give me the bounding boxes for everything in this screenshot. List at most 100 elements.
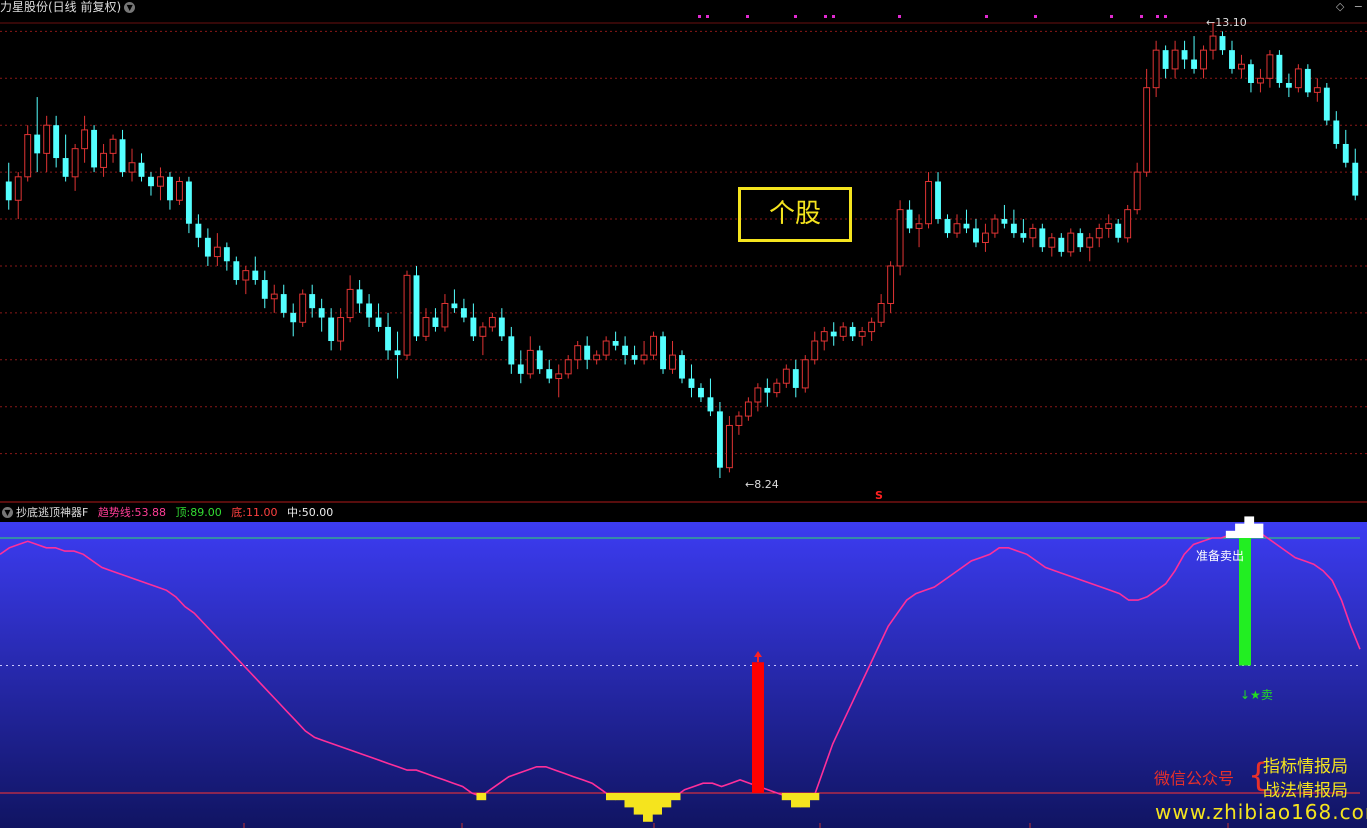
top-zone-bar xyxy=(1244,516,1255,538)
candle-body xyxy=(261,280,268,299)
brand-line-1: 指标情报局 xyxy=(1263,757,1348,777)
chevron-down-icon[interactable]: ▼ xyxy=(2,507,13,518)
candle-body xyxy=(698,387,704,398)
price-low-value: 8.24 xyxy=(754,478,779,491)
candle-body xyxy=(612,341,619,346)
candle-body xyxy=(640,354,648,361)
candle-body xyxy=(669,354,676,370)
candle-body xyxy=(43,124,51,154)
top-value: 89.00 xyxy=(190,506,222,519)
bottom-zone-bar xyxy=(476,793,487,801)
candle-body xyxy=(1152,49,1160,89)
candle-body xyxy=(1342,143,1349,163)
candle-body xyxy=(1248,64,1254,83)
top-zone-bar xyxy=(1235,523,1245,538)
candle-body xyxy=(782,368,790,384)
diamond-icon[interactable]: ◇ xyxy=(1336,0,1344,13)
candle-body xyxy=(877,302,885,323)
candle-body xyxy=(1181,50,1188,60)
chevron-down-icon[interactable]: ▼ xyxy=(124,2,136,13)
candle-body xyxy=(1124,209,1132,239)
candle-body xyxy=(394,350,401,356)
window-title: 力星股份(日线 前复权) ▼ xyxy=(0,0,136,15)
candle-body xyxy=(896,209,904,267)
candle-body xyxy=(270,293,278,300)
candle-body xyxy=(811,340,819,361)
signal-dot xyxy=(1164,15,1167,18)
price-grid xyxy=(0,15,1367,503)
candle-body xyxy=(679,355,685,379)
candle-body xyxy=(479,326,487,337)
bottom-zone-bar xyxy=(624,793,635,808)
candle-body xyxy=(119,139,126,173)
candle-body xyxy=(1333,120,1340,144)
signal-dot xyxy=(898,15,901,18)
candle-body xyxy=(1266,54,1274,79)
candle-body xyxy=(432,317,439,327)
minus-icon[interactable]: − xyxy=(1354,0,1363,13)
candle-body xyxy=(792,369,799,388)
candle-body xyxy=(555,373,563,380)
candle-body xyxy=(1229,50,1235,69)
signal-dot xyxy=(1140,15,1143,18)
candle-body xyxy=(1285,82,1292,88)
top-zone-bar xyxy=(1253,523,1264,538)
candle-body xyxy=(1162,50,1169,69)
candle-body xyxy=(650,335,657,356)
candle-body xyxy=(508,336,515,365)
candle-body xyxy=(24,134,32,178)
candle-body xyxy=(536,350,543,370)
candle-body xyxy=(1256,77,1264,84)
candle-body xyxy=(451,303,458,309)
candle-body xyxy=(1086,237,1094,248)
candle-body xyxy=(631,355,638,360)
candle-body xyxy=(593,354,601,361)
candle-body xyxy=(318,308,325,318)
signal-dot xyxy=(1110,15,1113,18)
sell-signal-text: 卖 xyxy=(1260,688,1273,702)
top-key: 顶: xyxy=(175,506,191,519)
signal-dot xyxy=(746,15,749,18)
bottom-zone-bar xyxy=(800,793,811,808)
candle-body xyxy=(1105,223,1113,229)
indicator-title: ▼ 抄底逃顶神器F 趋势线:53.88 顶:89.00 底:11.00 中:50.… xyxy=(0,505,333,521)
bottom-zone-bar xyxy=(791,793,801,808)
candle-body xyxy=(1200,49,1207,70)
mid-value: 50.00 xyxy=(301,506,334,519)
signal-dot xyxy=(1156,15,1159,18)
candle-body xyxy=(1115,223,1122,238)
candle-body xyxy=(204,237,211,257)
signal-dot xyxy=(824,15,827,18)
candle-body xyxy=(1171,49,1179,70)
candle-body xyxy=(1095,227,1103,239)
bottom-zone-bar xyxy=(809,793,820,801)
bottom-zone-bar xyxy=(781,793,792,801)
candle-body xyxy=(213,246,221,258)
candle-body xyxy=(100,152,108,168)
candle-body xyxy=(403,274,411,356)
candle-body xyxy=(252,270,259,281)
bottom-zone-bar xyxy=(633,793,644,815)
candle-body xyxy=(14,176,22,201)
candle-body xyxy=(488,317,496,328)
candle-body xyxy=(584,345,591,360)
bottom-zone-bar xyxy=(605,793,616,801)
bottom-value: 11.00 xyxy=(245,506,278,519)
candle-body xyxy=(5,181,12,201)
candle-body xyxy=(1077,233,1084,248)
candle-body xyxy=(858,331,866,337)
candle-body xyxy=(242,270,250,281)
candle-body xyxy=(944,219,951,234)
candle-body xyxy=(953,223,961,234)
candle-body xyxy=(517,364,524,374)
signal-dot xyxy=(706,15,709,18)
top-zone-bar xyxy=(1225,530,1236,538)
candle-body xyxy=(185,181,192,224)
candle-body xyxy=(1276,54,1283,83)
candle-body xyxy=(1219,36,1226,51)
candle-body xyxy=(887,265,895,304)
candle-body xyxy=(128,162,136,173)
candle-body xyxy=(299,293,307,323)
mid-key: 中: xyxy=(286,506,302,519)
candle-body xyxy=(1209,35,1217,51)
